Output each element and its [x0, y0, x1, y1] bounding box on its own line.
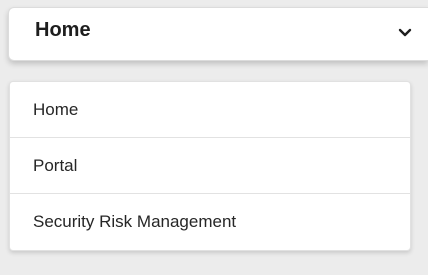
chevron-down-icon[interactable] — [398, 26, 412, 40]
home-select[interactable]: Home — [8, 7, 428, 61]
option-security-risk-management[interactable]: Security Risk Management — [10, 194, 410, 250]
dropdown-menu: Home Portal Security Risk Management — [9, 81, 411, 251]
option-home[interactable]: Home — [10, 82, 410, 138]
selected-value: Home — [35, 19, 91, 41]
option-portal[interactable]: Portal — [10, 138, 410, 194]
